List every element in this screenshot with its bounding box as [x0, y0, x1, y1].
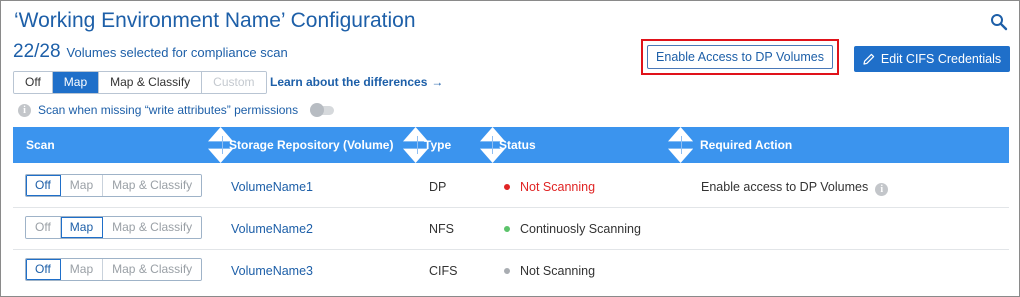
volume-count: 22/28	[13, 41, 61, 62]
volume-name-link[interactable]: VolumeName1	[231, 166, 313, 208]
status-dot	[504, 226, 510, 232]
scan-map-classify[interactable]: Map & Classify	[103, 217, 202, 238]
required-action-text: Enable access to DP Volumes	[701, 180, 869, 194]
required-action-cell: Enable access to DP Volumes i	[701, 166, 889, 208]
table-row: Off Map Map & Classify VolumeName1 DP No…	[13, 166, 1009, 208]
column-divider	[417, 136, 418, 154]
column-header-type[interactable]: Type	[424, 127, 451, 163]
status-text: Not Scanning	[520, 264, 596, 278]
column-label-type: Type	[424, 138, 452, 152]
volumes-word: Volumes	[66, 45, 117, 60]
write-attributes-toggle[interactable]	[310, 102, 335, 117]
scan-map[interactable]: Map	[60, 175, 104, 196]
status-text: Continuosly Scanning	[520, 222, 641, 236]
write-attributes-label: Scan when missing “write attributes” per…	[38, 103, 299, 117]
mode-custom: Custom	[202, 72, 266, 93]
status-cell: Continuosly Scanning	[504, 208, 641, 250]
mode-map[interactable]: Map	[52, 72, 100, 93]
scan-map-classify[interactable]: Map & Classify	[103, 259, 202, 280]
info-icon[interactable]: i	[875, 183, 889, 196]
volume-type: DP	[429, 180, 447, 194]
volume-type: NFS	[429, 222, 454, 236]
column-label-required-action: Required Action	[700, 138, 793, 152]
column-header-scan[interactable]: Scan	[26, 127, 55, 163]
volume-count-summary: 22/28 Volumes selected for compliance sca…	[13, 41, 288, 63]
table-header: Scan Storage Repository (Volume) Type St…	[13, 127, 1009, 163]
write-attributes-setting: i Scan when missing “write attributes” p…	[18, 102, 335, 117]
configuration-panel: ‘Working Environment Name’ Configuration…	[0, 0, 1020, 297]
scan-map[interactable]: Map	[60, 259, 104, 280]
column-header-storage-repository[interactable]: Storage Repository (Volume)	[229, 127, 393, 163]
status-cell: Not Scanning	[504, 166, 595, 208]
toggle-knob	[310, 102, 325, 117]
scan-map[interactable]: Map	[60, 217, 104, 238]
learn-differences-link[interactable]: Learn about the differences →	[270, 75, 443, 89]
scan-off[interactable]: Off	[26, 217, 61, 238]
page-title: ‘Working Environment Name’ Configuration	[14, 9, 416, 32]
table-row: Off Map Map & Classify VolumeName2 NFS C…	[13, 208, 1009, 250]
column-label-scan: Scan	[26, 138, 55, 152]
volume-name-link[interactable]: VolumeName2	[231, 208, 313, 250]
mode-map-classify[interactable]: Map & Classify	[99, 72, 203, 93]
arrow-right-icon: →	[431, 75, 444, 89]
enable-dp-volumes-button[interactable]: Enable Access to DP Volumes	[647, 45, 833, 69]
highlight-box: Enable Access to DP Volumes	[641, 39, 839, 75]
column-label-status: Status	[499, 138, 536, 152]
status-dot	[504, 268, 510, 274]
info-icon[interactable]: i	[18, 103, 31, 117]
status-text: Not Scanning	[520, 180, 596, 194]
column-divider	[492, 136, 493, 154]
row-scan-selector: Off Map Map & Classify	[25, 174, 203, 197]
edit-cifs-label: Edit CIFS Credentials	[880, 52, 1002, 66]
count-suffix: selected for compliance scan	[116, 45, 288, 60]
edit-cifs-credentials-button[interactable]: Edit CIFS Credentials	[854, 46, 1010, 72]
pencil-icon	[863, 53, 875, 65]
column-divider	[222, 136, 223, 154]
status-dot	[504, 184, 510, 190]
search-icon[interactable]	[990, 13, 1008, 31]
table-row: Off Map Map & Classify VolumeName3 CIFS …	[13, 250, 1009, 292]
volume-type: CIFS	[429, 264, 458, 278]
scan-off[interactable]: Off	[26, 175, 61, 196]
mode-off[interactable]: Off	[14, 72, 53, 93]
row-scan-selector: Off Map Map & Classify	[25, 258, 203, 281]
scan-map-classify[interactable]: Map & Classify	[103, 175, 202, 196]
scan-mode-selector: Off Map Map & Classify Custom	[13, 71, 267, 94]
column-divider	[681, 136, 682, 154]
column-header-status[interactable]: Status	[499, 127, 536, 163]
status-cell: Not Scanning	[504, 250, 595, 292]
row-scan-selector: Off Map Map & Classify	[25, 216, 203, 239]
column-header-required-action: Required Action	[700, 127, 792, 163]
column-label-storage-repository: Storage Repository (Volume)	[229, 138, 394, 152]
volume-name-link[interactable]: VolumeName3	[231, 250, 313, 292]
scan-off[interactable]: Off	[26, 259, 61, 280]
learn-link-label: Learn about the differences	[270, 75, 428, 89]
